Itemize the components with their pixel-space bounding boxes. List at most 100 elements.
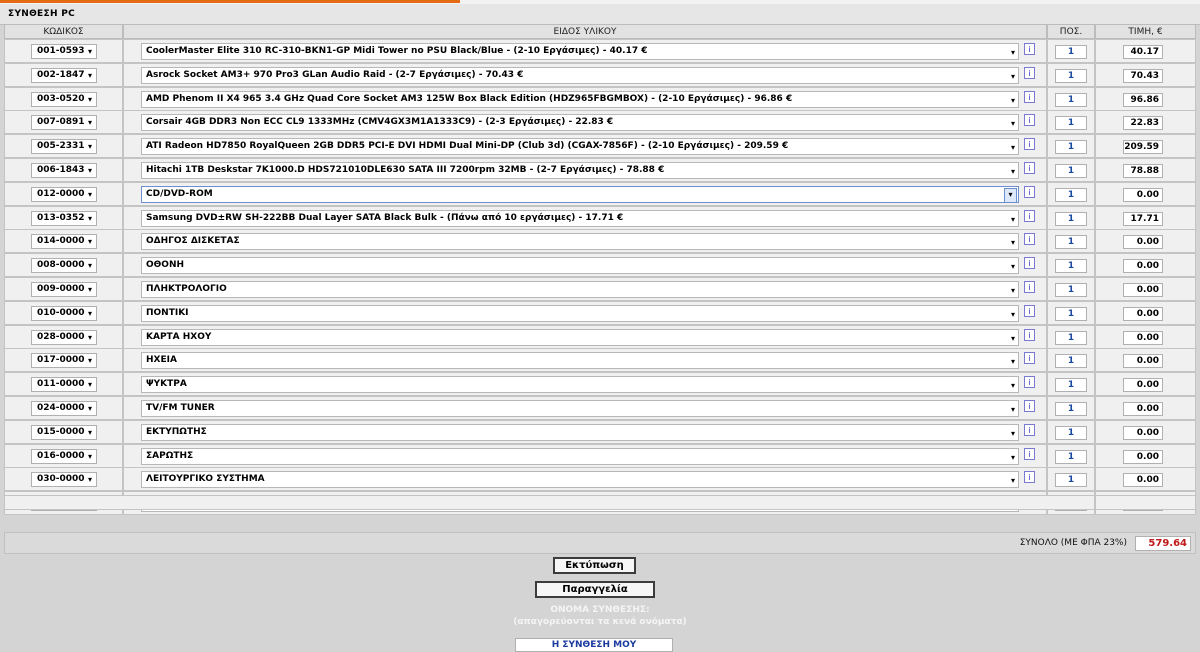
info-icon[interactable]: i xyxy=(1024,471,1035,484)
info-icon[interactable]: i xyxy=(1024,352,1035,365)
item-select[interactable]: ΗΧΕΙΑ ▾ xyxy=(141,352,1019,370)
code-select[interactable]: 003-0520 ▾ xyxy=(31,91,97,107)
chevron-down-icon[interactable]: ▾ xyxy=(1011,354,1015,368)
chevron-down-icon[interactable]: ▾ xyxy=(88,212,92,225)
quantity-input[interactable]: 1 xyxy=(1055,378,1087,393)
item-select[interactable]: ΛΕΙΤΟΥΡΓΙΚΟ ΣΥΣΤΗΜΑ ▾ xyxy=(141,471,1019,489)
quantity-input[interactable]: 1 xyxy=(1055,259,1087,274)
code-select[interactable]: 011-0000 ▾ xyxy=(31,377,97,393)
item-select[interactable]: Samsung DVD±RW SH-222BB Dual Layer SATA … xyxy=(141,209,1019,227)
info-icon[interactable]: i xyxy=(1024,114,1035,127)
chevron-down-icon[interactable]: ▾ xyxy=(1011,93,1015,107)
quantity-input[interactable]: 1 xyxy=(1055,354,1087,369)
quantity-input[interactable]: 1 xyxy=(1055,116,1087,131)
code-select[interactable]: 007-0891 ▾ xyxy=(31,115,97,131)
chevron-down-icon[interactable]: ▾ xyxy=(1011,402,1015,416)
chevron-down-icon[interactable]: ▾ xyxy=(1011,426,1015,440)
quantity-input[interactable]: 1 xyxy=(1055,92,1087,107)
chevron-down-icon[interactable]: ▾ xyxy=(88,450,92,463)
info-icon[interactable]: i xyxy=(1024,66,1035,79)
quantity-input[interactable]: 1 xyxy=(1055,449,1087,464)
quantity-input[interactable]: 1 xyxy=(1055,140,1087,155)
info-icon[interactable]: i xyxy=(1024,304,1035,317)
code-select[interactable]: 005-2331 ▾ xyxy=(31,139,97,155)
info-icon[interactable]: i xyxy=(1024,376,1035,389)
item-select[interactable]: CoolerMaster Elite 310 RC-310-BKN1-GP Mi… xyxy=(141,43,1019,60)
composition-name-input[interactable]: Η ΣΥΝΘΕΣΗ ΜΟΥ xyxy=(515,638,673,652)
print-button[interactable]: Εκτύπωση xyxy=(553,557,636,574)
item-select[interactable]: ATI Radeon HD7850 RoyalQueen 2GB DDR5 PC… xyxy=(141,138,1019,156)
quantity-input[interactable]: 1 xyxy=(1055,402,1087,416)
code-select[interactable]: 002-1847 ▾ xyxy=(31,67,97,83)
info-icon[interactable]: i xyxy=(1024,328,1035,341)
item-select[interactable]: Corsair 4GB DDR3 Non ECC CL9 1333MHz (CM… xyxy=(141,114,1019,132)
chevron-down-icon[interactable]: ▾ xyxy=(88,164,92,177)
info-icon[interactable]: i xyxy=(1024,43,1035,55)
chevron-down-icon[interactable]: ▾ xyxy=(1011,378,1015,392)
chevron-down-icon[interactable]: ▾ xyxy=(88,402,92,415)
chevron-down-icon[interactable]: ▾ xyxy=(1011,164,1015,178)
chevron-down-icon[interactable]: ▾ xyxy=(88,331,92,344)
chevron-down-icon[interactable]: ▾ xyxy=(1011,331,1015,345)
info-icon[interactable]: i xyxy=(1024,257,1035,270)
quantity-input[interactable]: 1 xyxy=(1055,211,1087,226)
chevron-down-icon[interactable]: ▾ xyxy=(88,140,92,153)
chevron-down-icon[interactable]: ▾ xyxy=(88,69,92,82)
item-select[interactable]: ΚΑΡΤΑ ΗΧΟΥ ▾ xyxy=(141,328,1019,346)
item-select[interactable]: ΟΘΟΝΗ ▾ xyxy=(141,257,1019,275)
code-select[interactable]: 012-0000 ▾ xyxy=(31,186,97,202)
item-select[interactable]: CD/DVD-ROM ▾ xyxy=(141,185,1019,203)
code-select[interactable]: 017-0000 ▾ xyxy=(31,353,97,369)
chevron-down-icon[interactable]: ▾ xyxy=(88,473,92,486)
order-button[interactable]: Παραγγελία xyxy=(535,581,655,598)
chevron-down-icon[interactable]: ▾ xyxy=(88,307,92,320)
chevron-down-icon[interactable]: ▾ xyxy=(88,283,92,296)
quantity-input[interactable]: 1 xyxy=(1055,425,1087,440)
chevron-down-icon[interactable]: ▾ xyxy=(1011,235,1015,249)
quantity-input[interactable]: 1 xyxy=(1055,187,1087,202)
info-icon[interactable]: i xyxy=(1024,138,1035,151)
chevron-down-icon[interactable]: ▾ xyxy=(88,93,92,106)
item-select[interactable]: TV/FM TUNER ▾ xyxy=(141,400,1019,417)
code-select[interactable]: 015-0000 ▾ xyxy=(31,424,97,440)
quantity-input[interactable]: 1 xyxy=(1055,330,1087,345)
quantity-input[interactable]: 1 xyxy=(1055,473,1087,488)
quantity-input[interactable]: 1 xyxy=(1055,306,1087,321)
chevron-down-icon[interactable]: ▾ xyxy=(88,45,92,58)
code-select[interactable]: 016-0000 ▾ xyxy=(31,448,97,464)
chevron-down-icon[interactable]: ▾ xyxy=(1011,45,1015,59)
code-select[interactable]: 006-1843 ▾ xyxy=(31,163,97,178)
item-select[interactable]: ΣΑΡΩΤΗΣ ▾ xyxy=(141,447,1019,465)
chevron-down-icon[interactable]: ▾ xyxy=(1011,116,1015,130)
code-select[interactable]: 024-0000 ▾ xyxy=(31,401,97,416)
info-icon[interactable]: i xyxy=(1024,90,1035,103)
chevron-down-icon[interactable]: ▾ xyxy=(88,188,92,201)
quantity-input[interactable]: 1 xyxy=(1055,68,1087,83)
chevron-down-icon[interactable]: ▾ xyxy=(88,378,92,391)
item-select[interactable]: Hitachi 1TB Deskstar 7K1000.D HDS721010D… xyxy=(141,162,1019,179)
chevron-down-icon[interactable]: ▾ xyxy=(88,426,92,439)
code-select[interactable]: 008-0000 ▾ xyxy=(31,258,97,274)
item-select[interactable]: ΨΥΚΤΡΑ ▾ xyxy=(141,376,1019,394)
chevron-down-icon[interactable]: ▾ xyxy=(1011,212,1015,226)
code-select[interactable]: 028-0000 ▾ xyxy=(31,329,97,345)
item-select[interactable]: ΕΚΤΥΠΩΤΗΣ ▾ xyxy=(141,423,1019,441)
info-icon[interactable]: i xyxy=(1024,233,1035,246)
chevron-down-icon[interactable]: ▾ xyxy=(1011,259,1015,273)
code-select[interactable]: 009-0000 ▾ xyxy=(31,282,97,297)
code-select[interactable]: 010-0000 ▾ xyxy=(31,305,97,321)
chevron-down-icon[interactable]: ▾ xyxy=(88,235,92,248)
chevron-down-icon[interactable]: ▾ xyxy=(1004,187,1017,202)
chevron-down-icon[interactable]: ▾ xyxy=(1011,450,1015,464)
item-select[interactable]: ΟΔΗΓΟΣ ΔΙΣΚΕΤΑΣ ▾ xyxy=(141,233,1019,251)
chevron-down-icon[interactable]: ▾ xyxy=(88,259,92,272)
quantity-input[interactable]: 1 xyxy=(1055,45,1087,59)
info-icon[interactable]: i xyxy=(1024,162,1035,174)
item-select[interactable]: ΠΛΗΚΤΡΟΛΟΓΙΟ ▾ xyxy=(141,281,1019,298)
info-icon[interactable]: i xyxy=(1024,423,1035,436)
quantity-input[interactable]: 1 xyxy=(1055,235,1087,250)
chevron-down-icon[interactable]: ▾ xyxy=(1011,307,1015,321)
code-select[interactable]: 013-0352 ▾ xyxy=(31,210,97,226)
info-icon[interactable]: i xyxy=(1024,209,1035,222)
item-select[interactable]: AMD Phenom II X4 965 3.4 GHz Quad Core S… xyxy=(141,90,1019,108)
